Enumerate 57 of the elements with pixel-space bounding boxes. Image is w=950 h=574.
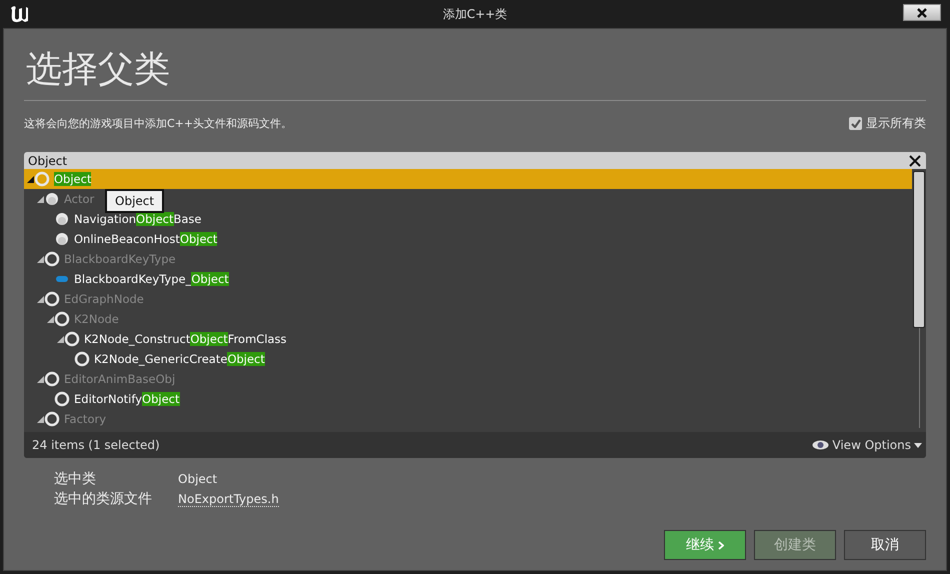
class-icon [74, 351, 90, 367]
class-name: K2Node_ConstructObjectFromClass [84, 332, 287, 346]
detail-label: 选中类 [54, 470, 97, 488]
dialog-button[interactable]: 继续 [664, 530, 746, 560]
class-icon [44, 251, 60, 267]
description-text: 这将会向您的游戏项目中添加C++头文件和源码文件。 [24, 116, 292, 131]
detail-label: 选中的类源文件 [54, 490, 153, 508]
item-count: 24 items (1 selected) [32, 438, 160, 452]
clear-search-button[interactable] [904, 152, 926, 169]
expand-arrow-icon[interactable] [37, 376, 44, 382]
key-type-icon [55, 275, 69, 283]
sphere-icon [45, 192, 59, 206]
class-name: BlackboardKeyType_Object [74, 272, 229, 286]
close-icon [916, 8, 928, 18]
class-name: K2Node [74, 312, 119, 326]
detail-value: Object [178, 472, 218, 486]
close-icon [909, 154, 921, 166]
view-options-button[interactable]: View Options [812, 438, 922, 452]
class-icon [44, 371, 60, 387]
class-name: EditorNotifyObject [74, 392, 180, 406]
class-name: NavigationObjectBase [74, 212, 202, 226]
class-name: Actor [64, 192, 94, 206]
class-name: EditorAnimBaseObj [64, 372, 176, 386]
class-name: Factory [64, 412, 106, 426]
sphere-icon [55, 212, 69, 226]
class-icon [44, 411, 60, 427]
expand-arrow-icon[interactable] [47, 316, 54, 322]
checkmark-icon [850, 119, 860, 128]
logo-icon [8, 4, 30, 24]
class-name: EdGraphNode [64, 292, 144, 306]
class-name: BlackboardKeyType [64, 252, 176, 266]
class-icon [34, 171, 50, 187]
expand-arrow-icon[interactable] [27, 176, 34, 182]
scrollbar-thumb[interactable] [913, 171, 925, 328]
eye-icon [812, 440, 830, 450]
tooltip: Object [105, 189, 164, 213]
class-name: OnlineBeaconHostObject [74, 232, 218, 246]
class-name: K2Node_GenericCreateObject [94, 352, 265, 366]
close-button[interactable] [903, 4, 941, 21]
search-field[interactable]: Object [24, 152, 904, 169]
sphere-icon [55, 232, 69, 246]
dropdown-caret-icon [914, 442, 922, 448]
dialog-button[interactable]: 取消 [844, 530, 926, 560]
class-icon [64, 331, 80, 347]
class-icon [44, 291, 60, 307]
expand-arrow-icon[interactable] [37, 196, 44, 202]
class-icon [54, 391, 70, 407]
chevron-icon [718, 540, 724, 550]
source-file-link[interactable]: NoExportTypes.h [178, 492, 279, 506]
expand-arrow-icon[interactable] [57, 336, 64, 342]
dialog-heading: 选择父类 [24, 45, 926, 101]
expand-arrow-icon[interactable] [37, 256, 44, 262]
show-all-checkbox[interactable]: 显示所有类 [849, 115, 926, 132]
window-title: 添加C++类 [442, 6, 508, 22]
expand-arrow-icon[interactable] [37, 296, 44, 302]
class-icon [54, 311, 70, 327]
expand-arrow-icon[interactable] [37, 416, 44, 422]
